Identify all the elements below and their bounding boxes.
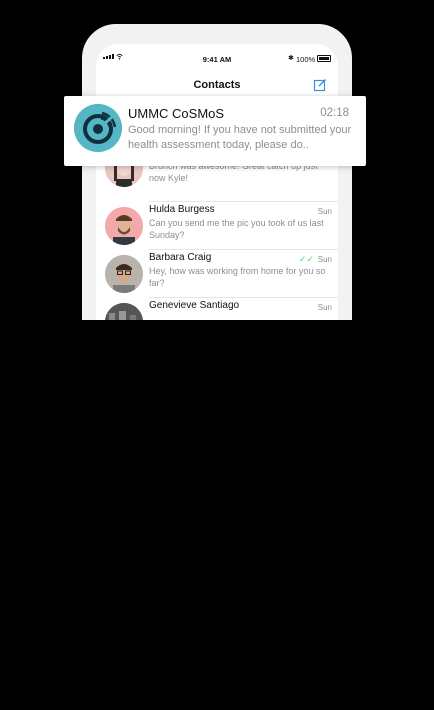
compose-icon[interactable] (313, 78, 327, 92)
status-bar: 9:41 AM ✱ 100% (96, 44, 338, 70)
list-item[interactable]: Hulda Burgess Sun Can you send me the pi… (96, 202, 338, 250)
avatar (105, 255, 143, 293)
avatar (105, 303, 143, 320)
bluetooth-icon: ✱ (288, 55, 294, 62)
contact-date: Sun (317, 207, 332, 216)
notification-time: 02:18 (320, 107, 349, 119)
nav-bar: Contacts (96, 76, 338, 96)
contact-name: Hulda Burgess (149, 204, 215, 215)
battery-icon (317, 55, 331, 62)
phone-screen: 9:41 AM ✱ 100% Contacts Brunch was aweso… (96, 44, 338, 320)
contact-name: Barbara Craig (149, 252, 212, 263)
contact-date: Sun (317, 303, 332, 312)
page-title: Contacts (193, 79, 241, 91)
list-item[interactable]: Barbara Craig ✓✓ Sun Hey, how was workin… (96, 250, 338, 298)
notification-app-name: UMMC CoSMoS (128, 106, 225, 121)
contact-message: Hey, how was working from home for you s… (149, 266, 326, 288)
list-item[interactable]: Genevieve Santiago Sun (96, 298, 338, 320)
notification-body: Good morning! If you have not submitted … (128, 124, 352, 151)
phone-frame: 9:41 AM ✱ 100% Contacts Brunch was aweso… (82, 24, 352, 320)
contact-name: Genevieve Santiago (149, 300, 240, 311)
contact-message: Can you send me the pic you took of us l… (149, 218, 324, 240)
push-notification[interactable]: UMMC CoSMoS 02:18 Good morning! If you h… (64, 96, 366, 166)
contact-date: Sun (317, 255, 332, 264)
read-check-icon: ✓✓ (298, 254, 314, 264)
battery-percent: 100% (296, 55, 316, 64)
avatar (105, 207, 143, 245)
cosmos-logo-icon (74, 104, 122, 152)
